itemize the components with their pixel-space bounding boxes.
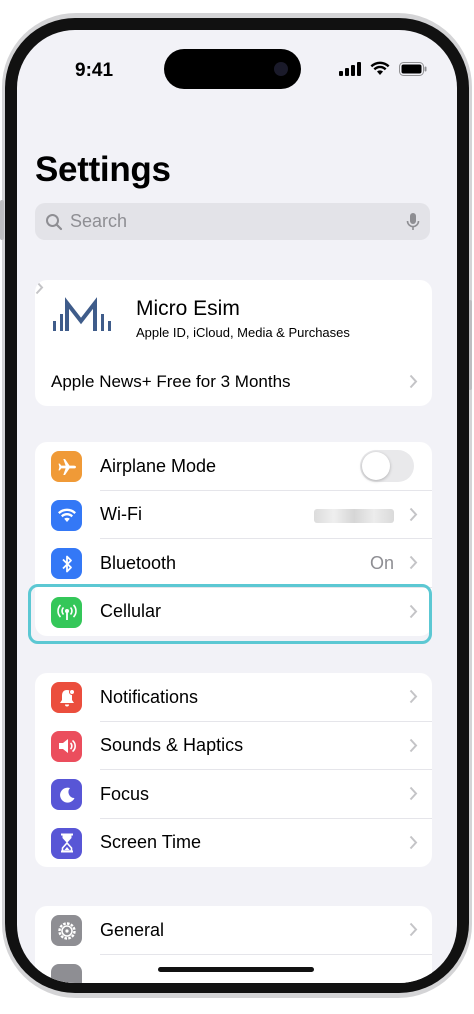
chevron-right-icon [409,555,418,570]
apple-id-row[interactable]: Micro Esim Apple ID, iCloud, Media & Pur… [35,280,432,358]
sounds-haptics-label: Sounds & Haptics [100,735,244,756]
speaker-icon [51,730,82,762]
airplane-icon [51,451,82,482]
status-time: 9:41 [75,60,114,81]
control-center-icon [51,963,82,983]
airplane-mode-toggle[interactable] [360,450,414,482]
focus-label: Focus [100,783,150,804]
airplane-mode-row[interactable]: Airplane Mode [35,442,432,491]
account-name: Micro Esim [136,297,240,320]
search-placeholder: Search [70,211,128,231]
chevron-right-icon [409,786,418,801]
home-indicator[interactable] [158,967,314,972]
chevron-right-icon [409,835,418,849]
moon-icon [51,779,82,810]
screen-time-row[interactable]: Screen Time [35,819,432,868]
bluetooth-icon [51,548,82,579]
bluetooth-row[interactable]: Bluetooth On [35,539,432,588]
wifi-label: Wi-Fi [100,504,142,525]
chevron-right-icon [409,374,418,389]
focus-row[interactable]: Focus [35,770,432,819]
hourglass-icon [51,827,82,859]
cellular-highlight-outline [28,584,432,644]
gear-icon [51,915,82,946]
signal-icon [339,61,361,76]
notifications-group: Notifications Sounds & Haptics Focus Scr… [35,673,432,867]
micro-esim-logo-icon [53,297,111,331]
sounds-haptics-row[interactable]: Sounds & Haptics [35,722,432,770]
apple-news-promo-row[interactable]: Apple News+ Free for 3 Months [35,358,432,406]
promo-label: Apple News+ Free for 3 Months [51,372,291,391]
bluetooth-status-value: On [369,552,394,573]
account-subtitle: Apple ID, iCloud, Media & Purchases [136,325,350,340]
chevron-right-icon [409,689,418,704]
toggle-knob [362,452,390,480]
general-row[interactable]: General [35,906,432,955]
microphone-icon[interactable] [406,212,420,232]
status-icons [339,61,427,76]
chevron-right-icon [409,738,418,752]
notifications-row[interactable]: Notifications [35,673,432,722]
wifi-icon [51,499,82,531]
general-label: General [100,919,165,940]
account-group: Micro Esim Apple ID, iCloud, Media & Pur… [35,280,432,406]
wifi-status-icon [370,61,390,75]
bell-icon [51,682,82,713]
dynamic-island [164,49,301,89]
screen-time-label: Screen Time [100,832,202,853]
page-title: Settings [35,150,171,189]
battery-icon [399,61,427,76]
bluetooth-label: Bluetooth [100,552,177,573]
notifications-label: Notifications [100,686,199,707]
wifi-row[interactable]: Wi-Fi [35,491,432,539]
airplane-mode-label: Airplane Mode [100,455,217,476]
chevron-right-icon [409,922,418,937]
camera-icon [274,62,288,76]
search-icon [46,213,63,230]
search-input[interactable]: Search [35,203,430,240]
wifi-network-name-redacted [314,508,394,523]
chevron-right-icon [409,507,418,521]
chevron-right-icon [35,280,44,295]
volume-button [0,200,4,240]
screen: 9:41 Settings Search Micro Esim Apple ID… [17,30,457,983]
